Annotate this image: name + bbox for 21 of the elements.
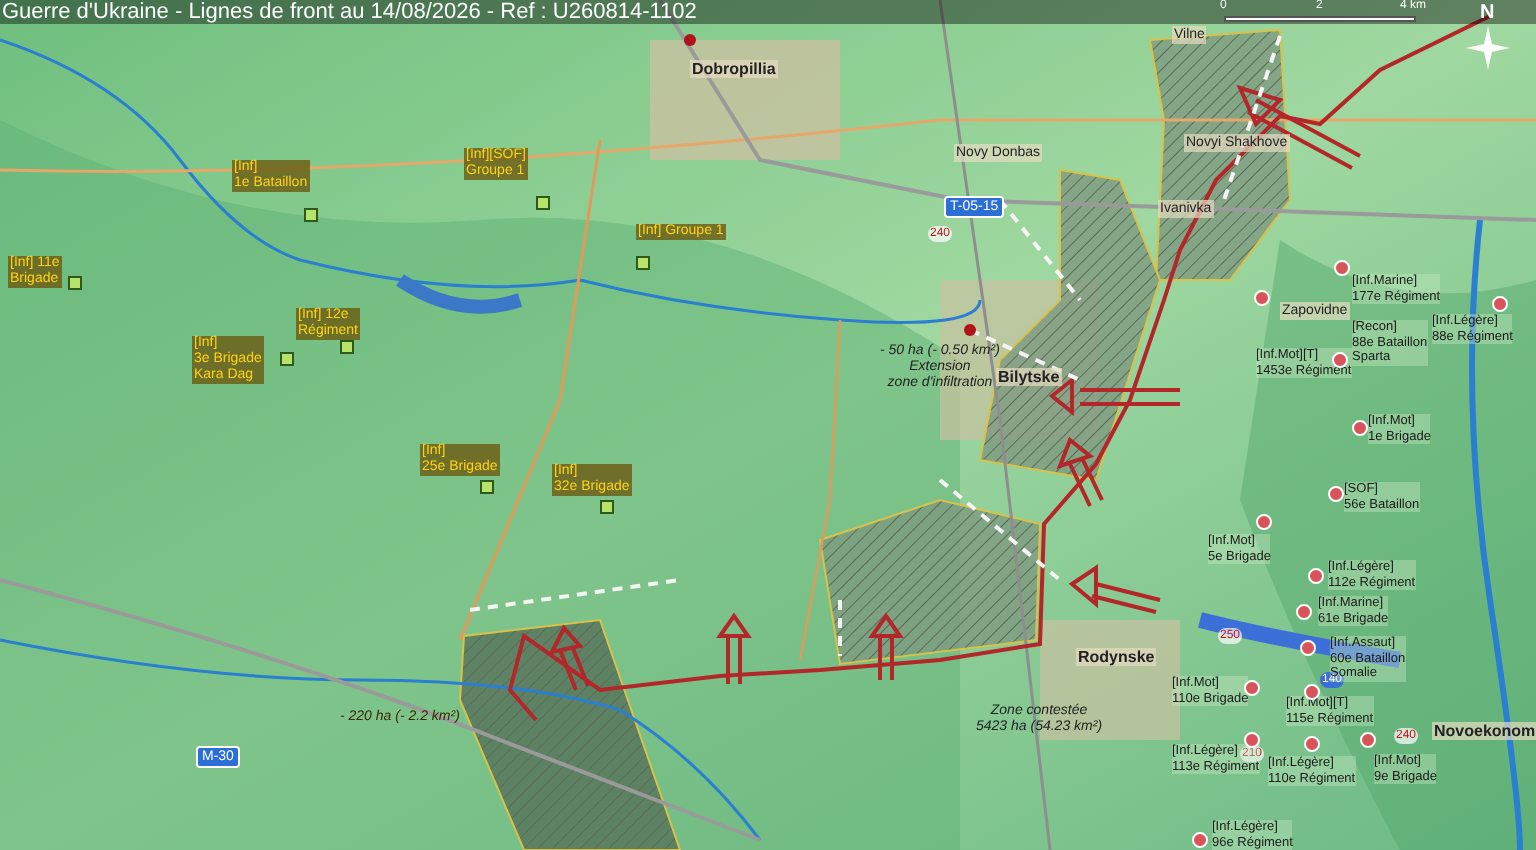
unit-marker-icon [304, 208, 318, 222]
unit-marker-icon [280, 352, 294, 366]
map-title: Guerre d'Ukraine - Lignes de front au 14/08/2026 - Ref : U260814-1102 [2, 0, 697, 24]
unit-marker-icon [340, 340, 354, 354]
unit-marker-icon [536, 196, 550, 210]
place-name: Novoekonom [1432, 722, 1536, 740]
unit-marker-icon [68, 276, 82, 290]
unit-marker-icon [600, 500, 614, 514]
attack-arrow [1068, 566, 1162, 614]
place-name: Dobropillia [690, 60, 778, 78]
unit-marker-icon [1244, 732, 1260, 748]
compass-star-icon [1466, 26, 1510, 70]
attack-arrow [550, 624, 590, 692]
unit-marker-icon [480, 480, 494, 494]
attack-arrow [718, 612, 750, 686]
compass-label: N [1480, 4, 1495, 24]
attack-arrow [1058, 436, 1104, 508]
attack-arrow [870, 612, 902, 682]
unit-marker-icon [636, 256, 650, 270]
place-name: Rodynske [1076, 648, 1157, 666]
place-name: Bilytske [996, 368, 1062, 386]
